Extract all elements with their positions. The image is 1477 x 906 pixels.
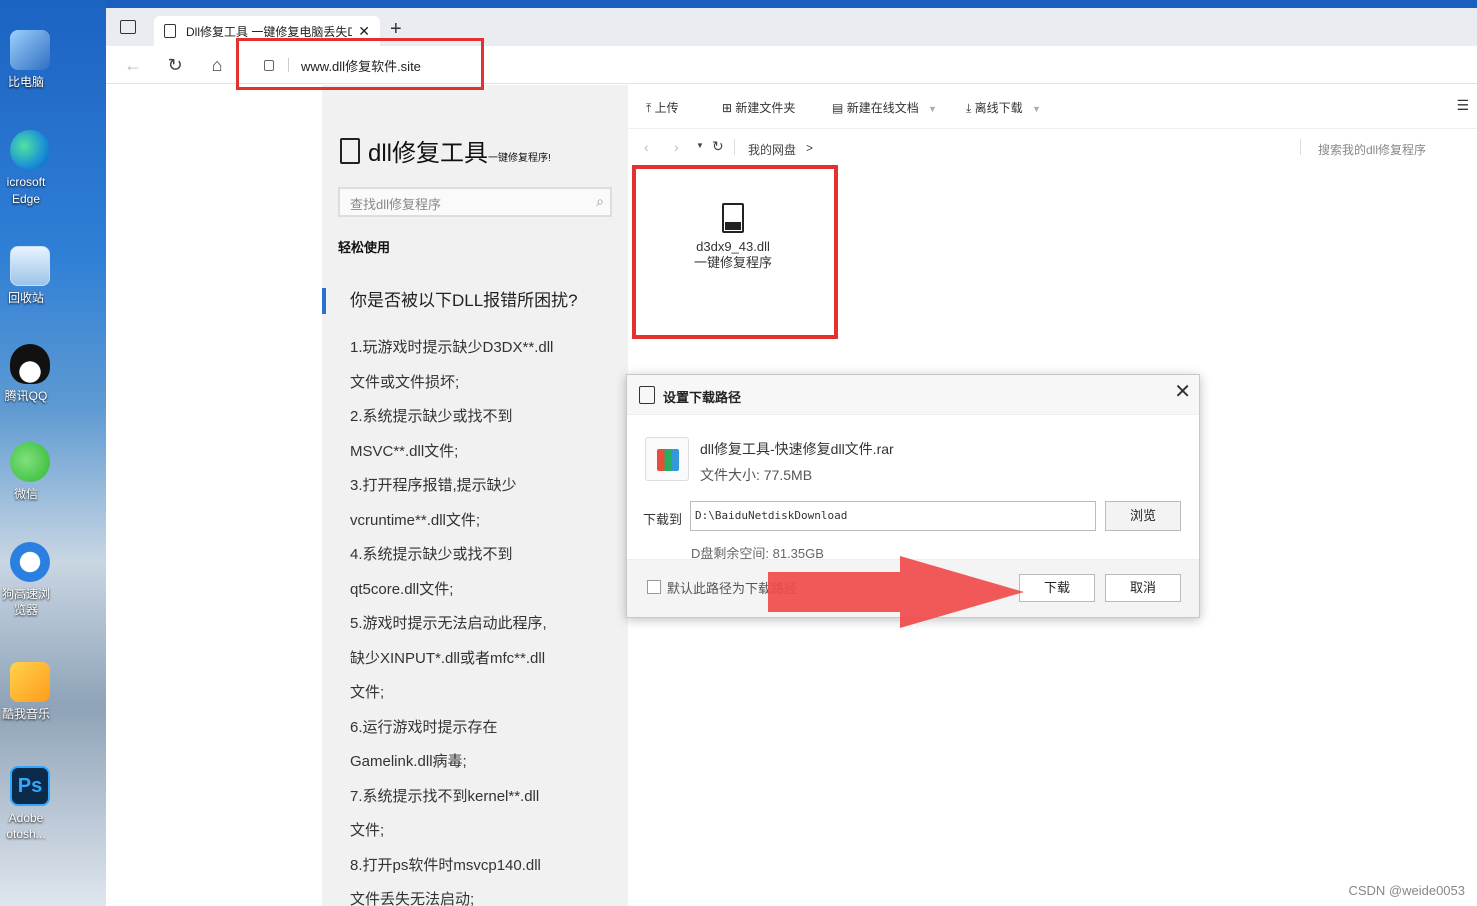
- list-item: 3.打开程序报错,提示缺少: [350, 477, 517, 494]
- search-input[interactable]: 查找dll修复程序 ⌕: [338, 187, 612, 217]
- desktop-icon-wechat[interactable]: 微信: [0, 442, 60, 502]
- brand-subtitle: 一键修复程序!: [488, 153, 551, 164]
- search-icon[interactable]: ⌕: [596, 193, 604, 210]
- list-item: 文件;: [350, 822, 385, 839]
- list-item: 7.系统提示找不到kernel**.dll: [350, 787, 540, 805]
- recycle-bin-icon: [10, 246, 50, 286]
- upload-button[interactable]: ⤒ 上传: [646, 99, 679, 116]
- default-path-checkbox[interactable]: [647, 580, 661, 594]
- dll-file-icon: [164, 24, 176, 38]
- chevron-down-icon[interactable]: ▼: [696, 141, 704, 150]
- desktop-icon-kuwo[interactable]: 酷我音乐: [0, 662, 60, 722]
- back-icon[interactable]: ←: [122, 54, 144, 76]
- edge-icon: [10, 130, 50, 170]
- new-folder-button[interactable]: ⊞ 新建文件夹: [722, 99, 795, 116]
- browse-button[interactable]: 浏览: [1105, 501, 1181, 531]
- brand-title: dll修复工具: [368, 140, 489, 167]
- dll-file-icon: [639, 386, 655, 404]
- cancel-button[interactable]: 取消: [1105, 574, 1181, 602]
- download-path-dialog: 设置下载路径 ✕ dll修复工具-快速修复dll文件.rar 文件大小: 77.…: [626, 374, 1200, 618]
- dialog-header: 设置下载路径 ✕: [627, 375, 1199, 415]
- download-file-size: 文件大小: 77.5MB: [700, 467, 813, 483]
- dialog-body: dll修复工具-快速修复dll文件.rar 文件大小: 77.5MB 下载到 D…: [627, 415, 1199, 561]
- download-file-name: dll修复工具-快速修复dll文件.rar: [700, 441, 894, 457]
- list-item: Gamelink.dll病毒;: [350, 753, 467, 770]
- list-item: vcruntime**.dll文件;: [350, 511, 481, 529]
- download-icon: ⤓: [966, 101, 972, 115]
- list-item: 4.系统提示缺少或找不到: [350, 546, 513, 563]
- new-online-doc-button[interactable]: ▤ 新建在线文档 ▼: [832, 99, 937, 116]
- highlight-box: [632, 165, 838, 339]
- netdisk-search-input[interactable]: 搜索我的dll修复程序: [1318, 141, 1426, 158]
- watermark: CSDN @weide0053: [1348, 883, 1465, 898]
- left-panel: dll修复工具 一键修复程序! 查找dll修复程序 ⌕ 轻松使用 你是否被以下D…: [322, 85, 628, 906]
- list-item: 缺少XINPUT*.dll或者mfc**.dll: [350, 649, 546, 667]
- dll-file-icon: [340, 138, 360, 164]
- download-path-input[interactable]: D:\BaiduNetdiskDownload: [690, 501, 1096, 531]
- offline-download-button[interactable]: ⤓ 离线下载 ▼: [966, 99, 1041, 116]
- question-heading: 你是否被以下DLL报错所困扰?: [322, 288, 578, 314]
- kuwo-music-icon: [10, 662, 50, 702]
- computer-icon: [10, 30, 50, 70]
- highlight-box: [236, 38, 484, 90]
- default-path-label[interactable]: 默认此路径为下载路径: [667, 578, 797, 597]
- wechat-icon: [10, 442, 50, 482]
- sort-icon[interactable]: ☰: [1456, 97, 1469, 114]
- list-item: 1.玩游戏时提示缺少D3DX**.dll: [350, 339, 554, 356]
- list-item: 文件;: [350, 684, 385, 701]
- doc-icon: ▤: [832, 101, 844, 115]
- desktop-strip: 比电脑 icrosoft Edge 回收站 腾讯QQ 微信 狗高速浏 览器 酷我…: [0, 0, 106, 906]
- refresh-icon[interactable]: ↻: [712, 138, 724, 155]
- home-icon[interactable]: ⌂: [206, 54, 228, 76]
- desktop-icon-sogou[interactable]: 狗高速浏 览器: [0, 542, 60, 618]
- netdisk-toolbar: ⤒ 上传 ⊞ 新建文件夹 ▤ 新建在线文档 ▼ ⤓ 离线下载 ▼ ☰: [628, 85, 1477, 129]
- rar-file-icon: [645, 437, 689, 481]
- dialog-title: 设置下载路径: [663, 390, 742, 405]
- error-list: 1.玩游戏时提示缺少D3DX**.dll 文件或文件损坏; 2.系统提示缺少或找…: [350, 331, 620, 906]
- upload-icon: ⤒: [646, 101, 652, 115]
- breadcrumb[interactable]: 我的网盘: [748, 141, 796, 158]
- desktop-icon-recycle-bin[interactable]: 回收站: [0, 246, 60, 306]
- photoshop-icon: Ps: [10, 766, 50, 806]
- section-heading: 轻松使用: [338, 240, 391, 255]
- refresh-icon[interactable]: ↻: [164, 54, 186, 76]
- list-item: MSVC**.dll文件;: [350, 442, 459, 460]
- list-item: 8.打开ps软件时msvcp140.dll: [350, 856, 541, 874]
- desktop-icon-photoshop[interactable]: Ps Adobe otosh...: [0, 766, 60, 842]
- path-label: 下载到: [643, 512, 683, 527]
- list-item: 2.系统提示缺少或找不到: [350, 408, 513, 425]
- close-icon[interactable]: ✕: [1174, 379, 1191, 404]
- netdisk-nav: ‹ › ▼ ↻ 我的网盘 > 搜索我的dll修复程序: [628, 129, 1477, 167]
- tab-actions-icon[interactable]: [120, 20, 136, 34]
- dialog-footer: 默认此路径为下载路径 下载 取消: [627, 559, 1199, 617]
- desktop-icon-qq[interactable]: 腾讯QQ: [0, 344, 60, 404]
- folder-plus-icon: ⊞: [722, 101, 733, 115]
- back-icon[interactable]: ‹: [644, 139, 649, 155]
- chevron-down-icon: ▼: [928, 104, 937, 114]
- list-item: 5.游戏时提示无法启动此程序,: [350, 615, 547, 632]
- list-item: qt5core.dll文件;: [350, 580, 454, 598]
- brand-header: dll修复工具 一键修复程序!: [340, 133, 551, 168]
- tab-close-icon[interactable]: ✕: [358, 23, 370, 40]
- list-item: 6.运行游戏时提示存在: [350, 718, 498, 736]
- forward-icon[interactable]: ›: [674, 139, 679, 155]
- chevron-down-icon: ▼: [1032, 104, 1041, 114]
- desktop-icon-edge[interactable]: icrosoft Edge: [0, 130, 60, 208]
- list-item: 文件丢失无法启动;: [350, 891, 475, 906]
- qq-icon: [10, 344, 50, 384]
- list-item: 文件或文件损坏;: [350, 373, 460, 391]
- sogou-browser-icon: [10, 542, 50, 582]
- breadcrumb-separator: >: [806, 141, 814, 155]
- desktop-icon-computer[interactable]: 比电脑: [0, 30, 60, 90]
- download-button[interactable]: 下载: [1019, 574, 1095, 602]
